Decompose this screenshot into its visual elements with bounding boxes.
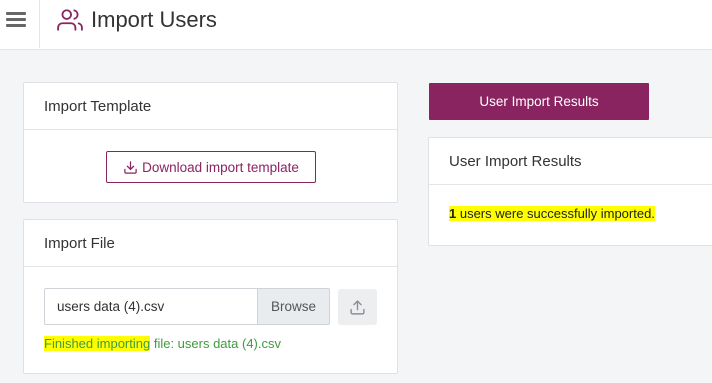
user-import-results-button[interactable]: User Import Results <box>429 83 649 120</box>
download-template-label: Download import template <box>142 159 299 175</box>
results-message: 1 users were successfully imported. <box>449 206 655 221</box>
import-file-title: Import File <box>24 220 397 267</box>
users-icon <box>57 9 83 31</box>
upload-button[interactable] <box>338 289 377 325</box>
hamburger-menu-icon[interactable] <box>0 0 40 48</box>
download-template-button[interactable]: Download import template <box>106 151 316 183</box>
import-status-text: Finished importing file: users data (4).… <box>44 336 281 351</box>
page-title-wrap: Import Users <box>57 6 217 34</box>
browse-button[interactable]: Browse <box>257 288 330 325</box>
status-rest: file: users data (4).csv <box>150 336 281 351</box>
results-card-title: User Import Results <box>429 138 712 185</box>
top-header: Import Users <box>0 0 712 50</box>
import-template-card: Import Template Download import template <box>23 82 398 203</box>
import-file-card: Import File Browse Finished importing fi… <box>23 219 398 374</box>
page-title: Import Users <box>91 7 217 32</box>
user-import-results-card: User Import Results 1 users were success… <box>428 137 712 246</box>
file-name-input[interactable] <box>44 288 257 325</box>
upload-icon <box>350 299 365 315</box>
status-highlight: Finished importing <box>44 336 151 351</box>
results-message-text: users were successfully imported. <box>456 206 655 221</box>
download-icon <box>124 160 137 174</box>
import-template-title: Import Template <box>24 83 397 130</box>
